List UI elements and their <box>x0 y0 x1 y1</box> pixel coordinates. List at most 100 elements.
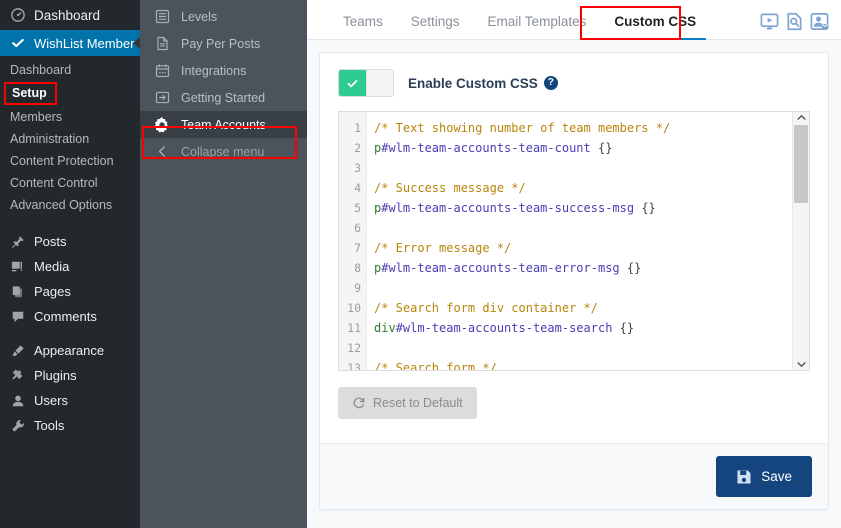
flyout-item-pay-per-posts[interactable]: Pay Per Posts <box>140 30 307 57</box>
code-line: p#wlm-team-accounts-team-success-msg {} <box>374 201 656 215</box>
gauge-icon <box>8 8 28 22</box>
sidebar-item-pages[interactable]: Pages <box>0 279 140 304</box>
line-number: 9 <box>354 281 361 295</box>
sidebar-item-label: Appearance <box>34 343 105 358</box>
sidebar-subitem-advanced-options[interactable]: Advanced Options <box>0 194 140 216</box>
editor-line-numbers: 1 2 3 4 5 6 7 8 9 10 11 12 13 <box>339 112 367 370</box>
custom-css-panel: Enable Custom CSS ? 1 2 3 4 5 6 7 8 9 10… <box>319 52 829 510</box>
save-button[interactable]: Save <box>716 456 812 497</box>
flyout-item-label: Team Accounts <box>181 117 266 132</box>
save-label: Save <box>761 469 792 484</box>
wishlist-member-submenu: Dashboard Setup Members Administration C… <box>0 56 140 220</box>
gear-icon <box>152 116 172 133</box>
video-tutorial-icon[interactable] <box>760 12 779 31</box>
tab-custom-css[interactable]: Custom CSS <box>600 14 710 40</box>
enable-custom-css-row: Enable Custom CSS ? <box>338 69 810 97</box>
check-icon <box>8 36 28 50</box>
sidebar-item-label: Posts <box>34 234 67 249</box>
sidebar-item-wishlist-member[interactable]: WishList Member <box>0 30 140 56</box>
plug-icon <box>8 368 28 383</box>
flyout-item-label: Pay Per Posts <box>181 36 261 51</box>
sidebar-subitem-administration[interactable]: Administration <box>0 128 140 150</box>
flyout-item-collapse-menu[interactable]: Collapse menu <box>140 138 307 165</box>
brush-icon <box>8 344 28 358</box>
enable-custom-css-toggle[interactable] <box>338 69 394 97</box>
search-docs-icon[interactable] <box>785 12 804 31</box>
sidebar-item-posts[interactable]: Posts <box>0 229 140 254</box>
flyout-item-label: Collapse menu <box>181 144 265 159</box>
editor-vertical-scrollbar[interactable] <box>792 112 809 370</box>
flyout-item-label: Levels <box>181 9 218 24</box>
flyout-item-getting-started[interactable]: Getting Started <box>140 84 307 111</box>
line-number: 13 <box>347 361 361 371</box>
scroll-down-icon[interactable] <box>796 361 806 368</box>
code-line: /* Text showing number of team members *… <box>374 121 671 135</box>
sidebar-item-label: Users <box>34 393 68 408</box>
enable-custom-css-label: Enable Custom CSS <box>408 75 538 91</box>
list-icon <box>152 9 172 24</box>
toggle-knob <box>366 70 393 96</box>
code-line: /* Search form div container */ <box>374 301 598 315</box>
line-number: 8 <box>354 261 361 275</box>
tab-email-templates[interactable]: Email Templates <box>474 14 601 39</box>
media-icon <box>8 260 28 274</box>
line-number: 4 <box>354 181 361 195</box>
sidebar-subitem-members[interactable]: Members <box>0 106 140 128</box>
sidebar-item-plugins[interactable]: Plugins <box>0 363 140 388</box>
sidebar-item-label: Tools <box>34 418 65 433</box>
sidebar-item-comments[interactable]: Comments <box>0 304 140 329</box>
user-icon <box>8 394 28 408</box>
enable-custom-css-label-group: Enable Custom CSS ? <box>408 76 558 91</box>
custom-css-code-editor[interactable]: 1 2 3 4 5 6 7 8 9 10 11 12 13 /* Text sh… <box>338 111 810 371</box>
code-line: p#wlm-team-accounts-team-error-msg {} <box>374 261 642 275</box>
sidebar-item-label: Plugins <box>34 368 77 383</box>
sidebar-item-label: Dashboard <box>34 7 101 23</box>
sidebar-subitem-content-control[interactable]: Content Control <box>0 172 140 194</box>
flyout-item-team-accounts[interactable]: Team Accounts <box>140 111 307 138</box>
scroll-up-icon[interactable] <box>796 114 806 121</box>
sidebar-item-appearance[interactable]: Appearance <box>0 338 140 363</box>
support-contact-icon[interactable] <box>810 12 829 31</box>
sidebar-item-label: Media <box>34 259 70 274</box>
sidebar-item-users[interactable]: Users <box>0 388 140 413</box>
line-number: 2 <box>354 141 361 155</box>
editor-code-area[interactable]: /* Text showing number of team members *… <box>367 112 792 370</box>
scrollbar-track[interactable] <box>793 121 809 361</box>
sidebar-subitem-setup[interactable]: Setup <box>4 82 57 105</box>
line-number: 7 <box>354 241 361 255</box>
line-number: 6 <box>354 221 361 235</box>
tab-settings[interactable]: Settings <box>397 14 474 39</box>
sidebar-item-tools[interactable]: Tools <box>0 413 140 438</box>
code-line: /* Search form */ <box>374 361 497 370</box>
wrench-icon <box>8 419 28 433</box>
app-root: Dashboard WishList Member Dashboard Setu… <box>0 0 841 528</box>
code-line: /* Success message */ <box>374 181 526 195</box>
line-number: 3 <box>354 161 361 175</box>
flyout-item-levels[interactable]: Levels <box>140 3 307 30</box>
flyout-item-label: Getting Started <box>181 90 266 105</box>
sidebar-subitem-dashboard[interactable]: Dashboard <box>0 59 140 81</box>
sidebar-item-media[interactable]: Media <box>0 254 140 279</box>
pin-icon <box>8 235 28 249</box>
scrollbar-thumb[interactable] <box>794 125 808 203</box>
help-icon[interactable]: ? <box>543 76 558 90</box>
reset-to-default-label: Reset to Default <box>373 396 463 410</box>
tab-teams[interactable]: Teams <box>329 14 397 39</box>
sidebar-item-label: WishList Member <box>34 35 135 51</box>
sidebar-item-dashboard[interactable]: Dashboard <box>0 0 140 30</box>
custom-css-panel-footer: Save <box>320 443 828 509</box>
flyout-item-integrations[interactable]: Integrations <box>140 57 307 84</box>
sidebar-subitem-content-protection[interactable]: Content Protection <box>0 150 140 172</box>
wishlist-setup-flyout-menu: Levels Pay Per Posts Integrations Gettin… <box>140 0 307 528</box>
line-number: 1 <box>354 121 361 135</box>
sidebar-item-label: Pages <box>34 284 71 299</box>
reset-to-default-button[interactable]: Reset to Default <box>338 387 477 419</box>
code-line: div#wlm-team-accounts-team-search {} <box>374 321 635 335</box>
code-line: /* Error message */ <box>374 241 512 255</box>
refresh-icon <box>352 396 366 410</box>
pages-icon <box>8 285 28 299</box>
